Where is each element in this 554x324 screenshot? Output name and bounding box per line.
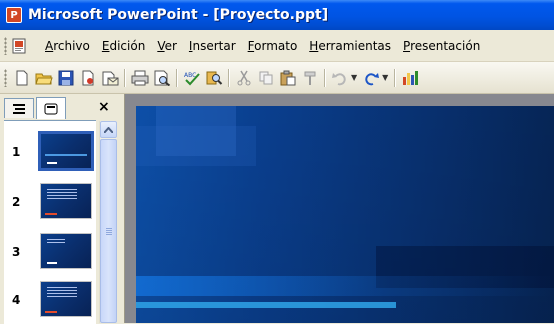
panel-tabs: × (0, 94, 124, 120)
menu-formato[interactable]: Formato (242, 36, 304, 56)
open-icon[interactable] (34, 68, 54, 88)
toolbar-separator (324, 68, 326, 87)
menu-edicion-rest: dición (109, 38, 146, 53)
menu-insertar[interactable]: Insertar (183, 36, 242, 56)
menu-presentacion-mnemonic: P (403, 38, 411, 53)
slides-tab-icon (44, 103, 58, 114)
slides-tab[interactable] (36, 97, 66, 119)
slide-decoration (136, 276, 554, 296)
thumbnail-text (47, 239, 65, 243)
toolbar-separator (124, 68, 126, 87)
chart-icon[interactable] (400, 68, 420, 88)
slide-thumbnail[interactable] (40, 281, 92, 317)
format-painter-icon[interactable] (300, 68, 320, 88)
thumbnails-scrollbar[interactable] (99, 121, 117, 323)
thumbnail-mark (45, 213, 57, 215)
slide-thumbnail-row[interactable]: 1 (4, 131, 96, 173)
slide-workspace (125, 94, 554, 323)
scroll-up-button[interactable] (100, 121, 117, 138)
slide-thumbnail[interactable] (40, 233, 92, 269)
slide-thumbnails: 1 2 3 4 (4, 120, 96, 324)
slide-thumbnail-row[interactable]: 3 (4, 233, 96, 273)
permission-icon[interactable] (78, 68, 98, 88)
thumbnail-mark (45, 311, 57, 313)
slide-decoration (156, 106, 236, 156)
redo-icon[interactable] (361, 68, 381, 88)
menu-ver[interactable]: Ver (151, 36, 183, 56)
menu-edicion[interactable]: Edición (96, 36, 151, 56)
outline-tab-icon (13, 103, 25, 114)
slide-decoration (136, 302, 396, 308)
window-title: Microsoft PowerPoint - [Proyecto.ppt] (28, 7, 329, 23)
slides-panel: × 1 2 3 4 (0, 94, 125, 324)
standard-toolbar: ABC ▼ ▼ (0, 62, 554, 94)
title-bar[interactable]: P Microsoft PowerPoint - [Proyecto.ppt] (0, 0, 554, 30)
cut-icon[interactable] (234, 68, 254, 88)
scroll-thumb[interactable] (100, 139, 117, 323)
toolbar-separator (176, 68, 178, 87)
slide-number: 2 (12, 195, 21, 209)
menu-herramientas[interactable]: Herramientas (303, 36, 397, 56)
outline-tab[interactable] (4, 98, 34, 118)
thumbnail-text (47, 287, 77, 299)
powerpoint-app-icon[interactable]: P (6, 7, 22, 23)
thumbnail-mark (47, 162, 57, 164)
menu-herramientas-mnemonic: H (309, 38, 319, 53)
print-preview-icon[interactable] (152, 68, 172, 88)
slide-thumbnail-row[interactable]: 4 (4, 281, 96, 321)
print-icon[interactable] (130, 68, 150, 88)
slide-number: 4 (12, 293, 21, 307)
document-icon[interactable] (11, 37, 29, 55)
slide-number: 3 (12, 245, 21, 259)
panel-close-button[interactable]: × (98, 99, 110, 115)
save-icon[interactable] (56, 68, 76, 88)
research-icon[interactable] (204, 68, 224, 88)
copy-icon[interactable] (256, 68, 276, 88)
menu-presentacion[interactable]: Presentación (397, 36, 486, 56)
email-icon[interactable] (100, 68, 120, 88)
slide-thumbnail-row[interactable]: 2 (4, 183, 96, 223)
menu-insertar-rest: nsertar (192, 38, 236, 53)
menu-presentacion-rest: resentación (410, 38, 481, 53)
spelling-icon[interactable]: ABC (182, 68, 202, 88)
current-slide-canvas[interactable] (136, 106, 554, 323)
slide-thumbnail[interactable] (40, 183, 92, 219)
slide-thumbnail[interactable] (38, 131, 94, 171)
undo-dropdown-icon[interactable]: ▼ (351, 73, 357, 82)
toolbar-separator (228, 68, 230, 87)
toolbar-grip[interactable] (4, 68, 7, 87)
chevron-up-icon (104, 126, 113, 133)
scroll-grip-icon (106, 228, 112, 236)
menu-formato-rest: ormato (254, 38, 298, 53)
redo-dropdown-icon[interactable]: ▼ (382, 73, 388, 82)
menu-ver-rest: er (164, 38, 177, 53)
menu-archivo[interactable]: Archivo (39, 36, 96, 56)
menu-herramientas-rest: erramientas (318, 38, 392, 53)
menu-archivo-mnemonic: A (45, 38, 54, 53)
menu-bar: Archivo Edición Ver Insertar Formato Her… (0, 30, 554, 62)
thumbnail-band (45, 154, 87, 157)
slide-number: 1 (12, 145, 21, 159)
toolbar-separator (394, 68, 397, 87)
paste-icon[interactable] (278, 68, 298, 88)
menubar-grip[interactable] (4, 36, 7, 55)
thumbnail-mark (47, 262, 57, 264)
thumbnail-text (47, 189, 77, 201)
menu-ver-mnemonic: V (157, 38, 165, 53)
new-icon[interactable] (12, 68, 32, 88)
undo-icon[interactable] (330, 68, 350, 88)
menu-archivo-rest: rchivo (53, 38, 90, 53)
